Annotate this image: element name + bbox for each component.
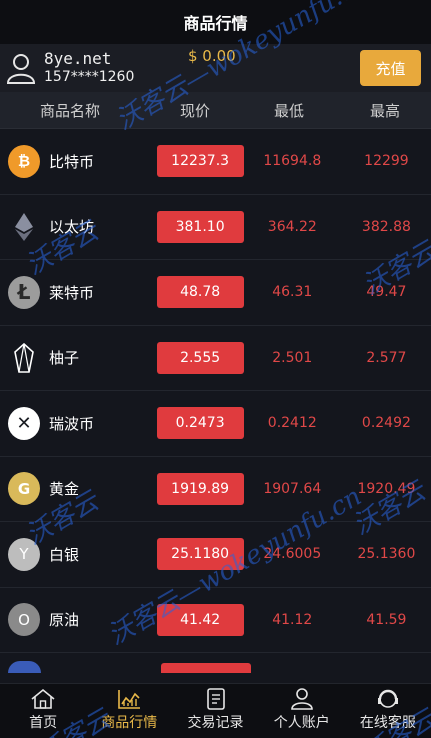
low-price: 364.22 [267, 218, 317, 235]
ripple-icon: ✕ [8, 406, 40, 440]
current-price: 0.2473 [156, 407, 244, 440]
table-row[interactable]: ✕ 瑞波币 0.2473 0.2412 0.2492 [0, 391, 431, 457]
home-icon [31, 688, 55, 709]
table-row[interactable]: O 原油 41.42 41.12 41.59 [0, 588, 431, 653]
titlebar: 商品行情 [0, 0, 431, 44]
user-avatar-icon [6, 54, 36, 84]
high-price: 49.47 [366, 284, 407, 301]
product-name: 原油 [48, 611, 79, 630]
current-price: 25.1180 [156, 538, 244, 571]
high-price: 0.2492 [361, 415, 411, 432]
user-icon [290, 688, 313, 710]
tab-bar: 首页 商品行情 交易记录 个人账户 在线客服 [0, 683, 431, 738]
high-price: 12299 [364, 153, 409, 170]
tab-account[interactable]: 个人账户 [259, 684, 345, 738]
product-name: 莱特币 [48, 283, 94, 302]
market-chart-icon [118, 690, 141, 709]
tab-support[interactable]: 在线客服 [345, 684, 431, 738]
column-name: 商品名称 [40, 101, 101, 120]
current-price: 12237.3 [156, 145, 244, 178]
product-name: 柚子 [48, 349, 79, 368]
page-title: 商品行情 [183, 14, 248, 33]
tab-records-label: 交易记录 [187, 715, 244, 731]
table-row[interactable]: Y 白银 25.1180 24.6005 25.1360 [0, 522, 431, 588]
gold-icon: G [8, 472, 40, 506]
table-row[interactable]: ₿ 比特币 12237.3 11694.8 12299 [0, 129, 431, 195]
tab-records[interactable]: 交易记录 [172, 684, 258, 738]
tab-home[interactable]: 首页 [0, 684, 86, 738]
table-row[interactable]: G 黄金 1919.89 1907.64 1920.49 [0, 457, 431, 522]
product-name: 黄金 [48, 480, 79, 499]
product-name: 以太坊 [48, 218, 94, 237]
partial-coin-icon [8, 661, 41, 673]
high-price: 2.577 [366, 349, 407, 366]
table-row[interactable]: Ł 莱特币 48.78 46.31 49.47 [0, 260, 431, 326]
product-name: 瑞波币 [48, 414, 94, 433]
table-row[interactable]: 以太坊 381.10 364.22 382.88 [0, 195, 431, 260]
low-price: 0.2412 [267, 415, 317, 432]
eos-icon [8, 341, 40, 374]
low-price: 2.501 [272, 349, 313, 366]
product-name: 白银 [48, 545, 79, 564]
bitcoin-icon: ₿ [8, 144, 40, 178]
market-list: ₿ 比特币 12237.3 11694.8 12299 以太坊 381.10 3… [0, 129, 431, 673]
high-price: 382.88 [361, 218, 411, 235]
column-high: 最高 [369, 101, 400, 120]
high-price: 25.1360 [357, 546, 416, 563]
high-price: 1920.49 [357, 480, 416, 497]
table-row[interactable]: 柚子 2.555 2.501 2.577 [0, 326, 431, 391]
product-name: 比特币 [48, 152, 94, 171]
records-icon [206, 688, 225, 710]
account-bar: 8ye.net 157****1260 $ 0.00 充值 [0, 44, 431, 92]
low-price: 46.31 [272, 284, 313, 301]
account-name: 8ye.net [44, 49, 112, 68]
current-price: 381.10 [156, 210, 244, 243]
low-price: 11694.8 [263, 153, 322, 170]
silver-icon: Y [8, 537, 40, 571]
current-price: 48.78 [156, 276, 244, 309]
current-price: 1919.89 [156, 472, 244, 505]
low-price: 41.12 [272, 611, 313, 628]
litecoin-icon: Ł [8, 275, 40, 309]
tab-support-label: 在线客服 [359, 715, 416, 731]
current-price: 41.42 [156, 603, 244, 636]
ethereum-icon [8, 210, 40, 243]
high-price: 41.59 [366, 611, 407, 628]
column-header: 商品名称 现价 最低 最高 [0, 92, 431, 129]
balance: $ 0.00 [188, 47, 236, 65]
current-price: 2.555 [156, 341, 244, 374]
tab-account-label: 个人账户 [273, 715, 330, 731]
avatar [6, 52, 36, 84]
support-icon [377, 689, 398, 708]
account-phone: 157****1260 [44, 69, 135, 85]
tab-market[interactable]: 商品行情 [86, 684, 172, 738]
tab-home-label: 首页 [29, 715, 58, 731]
table-row-partial [0, 653, 431, 673]
tab-market-label: 商品行情 [101, 715, 158, 731]
recharge-button[interactable]: 充值 [360, 50, 421, 86]
column-price: 现价 [179, 101, 210, 120]
oil-icon: O [8, 603, 40, 637]
low-price: 24.6005 [263, 546, 322, 563]
column-low: 最低 [273, 101, 304, 120]
low-price: 1907.64 [263, 480, 322, 497]
partial-price [161, 663, 251, 673]
